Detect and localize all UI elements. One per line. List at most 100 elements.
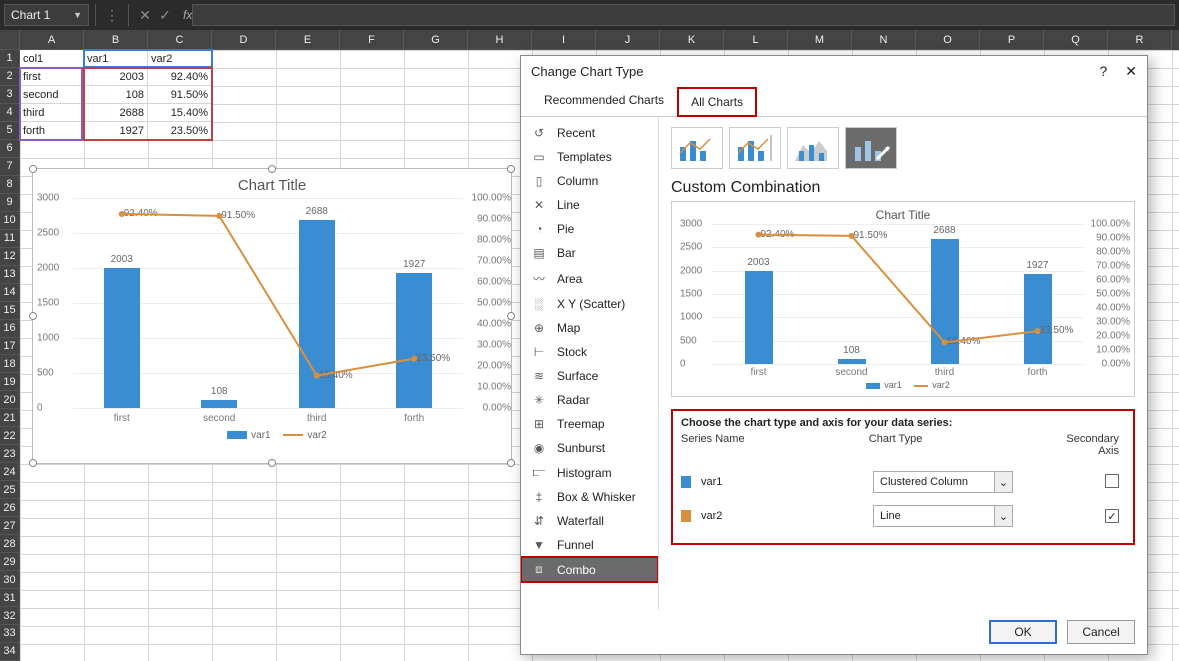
row-header[interactable]: 20 <box>0 391 20 409</box>
row-header[interactable]: 16 <box>0 320 20 338</box>
col-header[interactable]: C <box>148 30 212 50</box>
row-header[interactable]: 29 <box>0 553 20 571</box>
cell[interactable]: 2003 <box>84 68 148 86</box>
dialog-titlebar[interactable]: Change Chart Type ? ✕ <box>521 56 1147 86</box>
chart-type-item-combo[interactable]: ⧈Combo <box>521 557 658 582</box>
cancel-icon[interactable]: ✕ <box>135 7 155 24</box>
col-header[interactable]: A <box>20 30 84 50</box>
col-header[interactable]: D <box>212 30 276 50</box>
row-header[interactable]: 7 <box>0 158 20 176</box>
chart-type-select[interactable]: Clustered Column ⌄ <box>873 471 1013 493</box>
more-icon[interactable]: ⋮ <box>102 7 122 24</box>
chart-type-item-sunburst[interactable]: ◉Sunburst <box>521 436 658 460</box>
row-header[interactable]: 30 <box>0 571 20 589</box>
chart-type-item-funnel[interactable]: ▼Funnel <box>521 533 658 557</box>
row-header[interactable]: 10 <box>0 212 20 230</box>
chart-type-item-bar[interactable]: ▤Bar <box>521 241 658 265</box>
col-header[interactable]: G <box>404 30 468 50</box>
row-header[interactable]: 34 <box>0 643 20 661</box>
col-header[interactable]: E <box>276 30 340 50</box>
chart-type-item-surface[interactable]: ≋Surface <box>521 364 658 388</box>
row-header[interactable]: 12 <box>0 248 20 266</box>
col-header[interactable]: N <box>852 30 916 50</box>
select-all-corner[interactable] <box>0 30 20 50</box>
chart-legend[interactable]: var1 var2 <box>33 408 511 441</box>
chart-type-item-templates[interactable]: ▭Templates <box>521 145 658 169</box>
row-header[interactable]: 9 <box>0 194 20 212</box>
chart-type-item-x-y-scatter-[interactable]: ░X Y (Scatter) <box>521 292 658 316</box>
row-header[interactable]: 2 <box>0 68 20 86</box>
row-header[interactable]: 23 <box>0 445 20 463</box>
cell[interactable]: var1 <box>84 50 148 68</box>
col-header[interactable]: R <box>1108 30 1172 50</box>
chart-type-list[interactable]: ↺Recent▭Templates▯Column✕Line◔Pie▤Bar〰Ar… <box>521 117 659 610</box>
secondary-axis-checkbox[interactable] <box>1105 474 1119 488</box>
row-header[interactable]: 8 <box>0 176 20 194</box>
row-header[interactable]: 14 <box>0 284 20 302</box>
resize-handle[interactable] <box>268 459 276 467</box>
col-header[interactable]: J <box>596 30 660 50</box>
resize-handle[interactable] <box>29 312 37 320</box>
col-header[interactable]: K <box>660 30 724 50</box>
row-header[interactable]: 4 <box>0 104 20 122</box>
chart-type-item-box-whisker[interactable]: ‡Box & Whisker <box>521 485 658 509</box>
row-header[interactable]: 28 <box>0 535 20 553</box>
col-header[interactable]: L <box>724 30 788 50</box>
cell[interactable]: 15.40% <box>148 104 212 122</box>
cell[interactable]: 92.40% <box>148 68 212 86</box>
chart-type-item-map[interactable]: ⊕Map <box>521 316 658 340</box>
row-header[interactable]: 1 <box>0 50 20 68</box>
col-header[interactable]: I <box>532 30 596 50</box>
row-header[interactable]: 11 <box>0 230 20 248</box>
cell[interactable]: var2 <box>148 50 212 68</box>
name-box[interactable]: Chart 1 ▼ <box>4 4 89 26</box>
cell[interactable]: forth <box>20 122 84 140</box>
row-header[interactable]: 31 <box>0 589 20 607</box>
chart-title[interactable]: Chart Title <box>33 169 511 198</box>
row-header[interactable]: 26 <box>0 499 20 517</box>
cell[interactable]: 23.50% <box>148 122 212 140</box>
col-header[interactable]: H <box>468 30 532 50</box>
row-header[interactable]: 19 <box>0 373 20 391</box>
col-header[interactable]: B <box>84 30 148 50</box>
subtype-option[interactable] <box>787 127 839 169</box>
resize-handle[interactable] <box>29 165 37 173</box>
row-header[interactable]: 22 <box>0 427 20 445</box>
col-header[interactable]: P <box>980 30 1044 50</box>
row-header[interactable]: 27 <box>0 517 20 535</box>
resize-handle[interactable] <box>507 165 515 173</box>
cell[interactable]: 108 <box>84 86 148 104</box>
row-header[interactable]: 18 <box>0 355 20 373</box>
row-header[interactable]: 6 <box>0 140 20 158</box>
tab-recommended-charts[interactable]: Recommended Charts <box>531 86 677 116</box>
chart-type-item-area[interactable]: 〰Area <box>521 265 658 292</box>
formula-input[interactable] <box>192 4 1175 26</box>
chart-type-item-waterfall[interactable]: ⇵Waterfall <box>521 509 658 533</box>
row-header[interactable]: 5 <box>0 122 20 140</box>
cell[interactable]: 2688 <box>84 104 148 122</box>
cell[interactable]: first <box>20 68 84 86</box>
resize-handle[interactable] <box>507 459 515 467</box>
chart-type-item-treemap[interactable]: ⊞Treemap <box>521 412 658 436</box>
help-icon[interactable]: ? <box>1099 63 1107 80</box>
subtype-option[interactable] <box>729 127 781 169</box>
row-header[interactable]: 21 <box>0 409 20 427</box>
resize-handle[interactable] <box>29 459 37 467</box>
cell[interactable]: col1 <box>20 50 84 68</box>
chart-type-item-radar[interactable]: ✳Radar <box>521 388 658 412</box>
cell[interactable]: third <box>20 104 84 122</box>
row-header[interactable]: 24 <box>0 463 20 481</box>
tab-all-charts[interactable]: All Charts <box>677 87 757 117</box>
chart-type-item-histogram[interactable]: ⫍Histogram <box>521 460 658 485</box>
col-header[interactable]: F <box>340 30 404 50</box>
row-header[interactable]: 17 <box>0 338 20 356</box>
col-header[interactable]: O <box>916 30 980 50</box>
cell[interactable]: 1927 <box>84 122 148 140</box>
cancel-button[interactable]: Cancel <box>1067 620 1135 644</box>
chart-type-item-line[interactable]: ✕Line <box>521 193 658 217</box>
col-header[interactable]: Q <box>1044 30 1108 50</box>
close-icon[interactable]: ✕ <box>1125 63 1137 80</box>
embedded-chart[interactable]: Chart Title 0500100015002000250030000.00… <box>32 168 512 464</box>
ok-button[interactable]: OK <box>989 620 1057 644</box>
resize-handle[interactable] <box>268 165 276 173</box>
